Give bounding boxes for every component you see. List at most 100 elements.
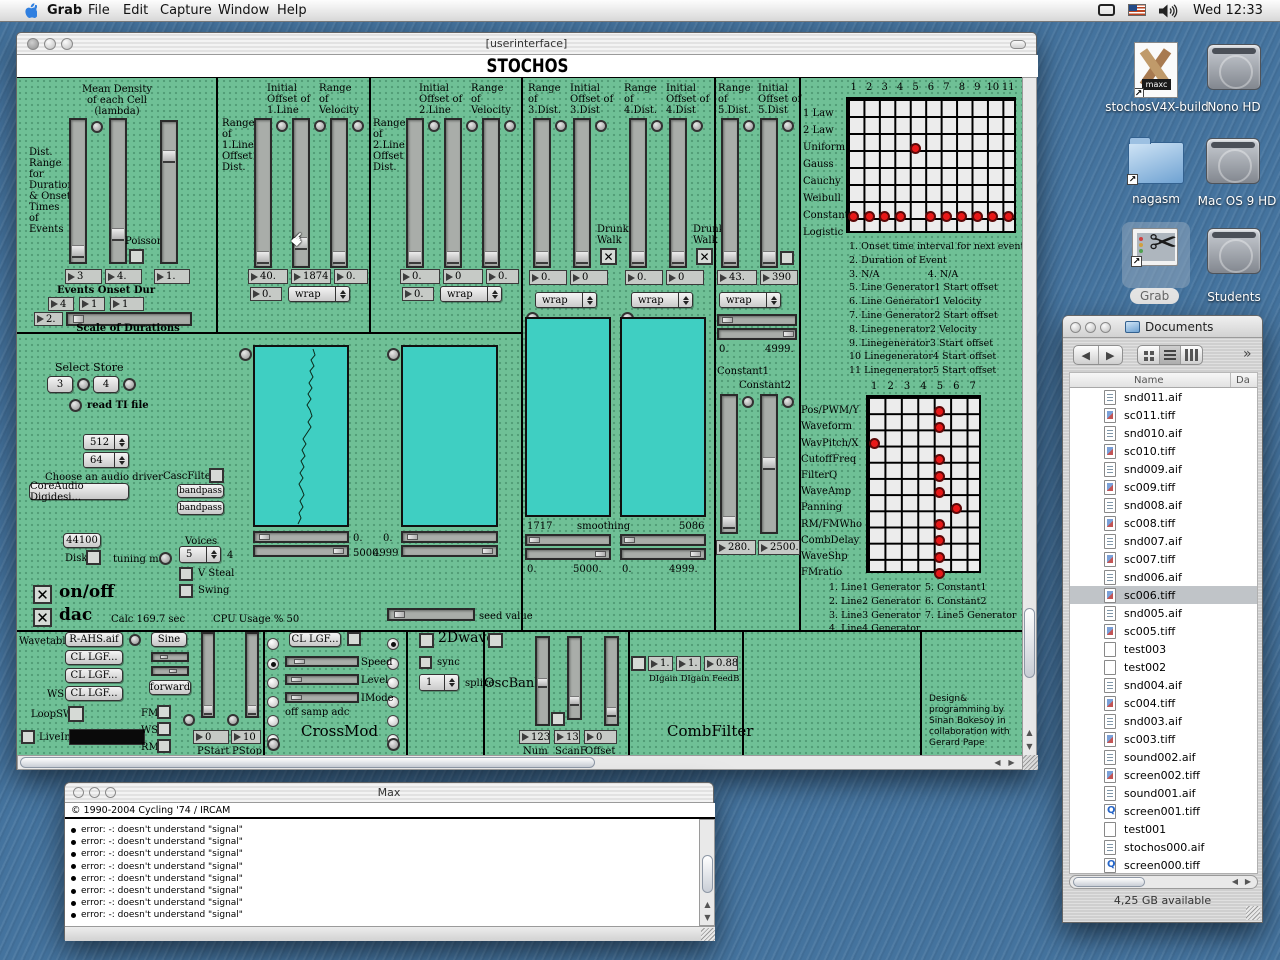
crossmod-radio-left[interactable] xyxy=(267,658,279,670)
scrollbar-thumb[interactable] xyxy=(1073,877,1145,887)
wavetable2-button[interactable]: CL LGF... xyxy=(65,650,123,665)
title-bar[interactable]: Documents xyxy=(1063,316,1262,338)
constant2-numbox[interactable]: 2500. xyxy=(758,540,800,555)
onoff-checkbox[interactable] xyxy=(33,585,52,604)
file-row[interactable]: sc007.tiff xyxy=(1070,550,1257,568)
file-row[interactable]: sound002.aif xyxy=(1070,748,1257,766)
more-toolbar-chevron[interactable]: » xyxy=(1243,346,1252,362)
scroll-right-arrow[interactable]: ▶ xyxy=(1242,876,1254,888)
title-bar[interactable]: Max xyxy=(65,783,713,803)
icon-label[interactable]: Mac OS 9 HD xyxy=(1192,194,1280,208)
d2gain-numbox[interactable]: 1. xyxy=(676,656,701,671)
apple-menu-icon[interactable] xyxy=(22,3,37,19)
initial-offset2-slider[interactable] xyxy=(444,118,462,268)
range3-numbox[interactable]: 0. xyxy=(529,270,567,285)
desktop-icon-students[interactable]: Students xyxy=(1202,228,1274,308)
bang-button[interactable] xyxy=(387,738,400,751)
offset1-numbox[interactable]: 1874 xyxy=(291,269,331,284)
file-row[interactable]: snd010.aif xyxy=(1070,424,1257,442)
bang-button[interactable] xyxy=(267,738,280,751)
scrollbar-thumb[interactable] xyxy=(1024,608,1035,678)
dist-numbox[interactable]: 3 xyxy=(65,269,102,284)
dist4-max-slider[interactable] xyxy=(620,548,706,560)
dwave-checkbox[interactable] xyxy=(419,633,434,648)
linegen-display-2[interactable] xyxy=(401,345,498,527)
vertical-scrollbar[interactable]: ▲ ▼ xyxy=(1022,77,1037,756)
offset5-numbox[interactable]: 390 xyxy=(760,270,798,285)
velocity1-numbox[interactable]: 0. xyxy=(334,269,368,284)
crossmod-imode-slider[interactable] xyxy=(285,692,359,703)
dist-numbox[interactable]: 4. xyxy=(105,269,142,284)
checkbox[interactable] xyxy=(780,251,794,265)
icon-view-button[interactable] xyxy=(1138,346,1160,364)
dist3-display[interactable] xyxy=(525,317,611,517)
list-hscrollbar[interactable]: ◀ ▶ xyxy=(1069,875,1258,889)
wrap-menu[interactable]: wrap xyxy=(535,292,597,308)
file-row[interactable]: sc009.tiff xyxy=(1070,478,1257,496)
bang-button[interactable] xyxy=(352,120,364,132)
dist3-max-slider[interactable] xyxy=(525,548,611,560)
crossmod-radio-right[interactable] xyxy=(387,677,399,689)
routing-matrix[interactable] xyxy=(866,395,981,573)
samplerate-button[interactable]: 44100 xyxy=(63,533,101,548)
offset-4dist-slider[interactable] xyxy=(669,118,687,268)
bang-button[interactable] xyxy=(183,714,195,726)
crossmod-wavetable-button[interactable]: CL LGF... xyxy=(289,632,341,647)
wavetable-mini-slider[interactable] xyxy=(151,652,189,662)
back-forward-buttons[interactable]: ◀ ▶ xyxy=(1073,345,1123,365)
offset1b-numbox[interactable]: 0. xyxy=(250,287,282,301)
desktop-icon-nono-hd[interactable]: Nono HD xyxy=(1204,44,1274,120)
file-row[interactable]: screen001.tiff xyxy=(1070,802,1257,820)
audio-driver-button[interactable]: CoreAudio Digidesi... xyxy=(29,483,129,500)
crossmod-radio-left[interactable] xyxy=(267,638,279,650)
drunk-walk-checkbox[interactable] xyxy=(696,248,713,265)
icon-label[interactable]: Nono HD xyxy=(1198,100,1270,114)
column-divider[interactable] xyxy=(1230,373,1231,387)
poisson-checkbox[interactable] xyxy=(129,249,144,264)
oscbank-offset-slider[interactable] xyxy=(604,636,619,726)
name-column-header[interactable]: Name xyxy=(1134,375,1164,386)
bang-button[interactable] xyxy=(782,120,794,132)
file-row[interactable]: snd009.aif xyxy=(1070,460,1257,478)
livein-checkbox[interactable] xyxy=(21,730,35,744)
bang-button[interactable] xyxy=(129,634,141,646)
velocity2-slider[interactable] xyxy=(482,118,500,268)
resize-grip[interactable] xyxy=(1246,906,1260,920)
sine-button[interactable]: Sine xyxy=(151,632,187,647)
range-4dist-slider[interactable] xyxy=(629,118,647,268)
title-bar[interactable]: [userinterface] xyxy=(17,33,1036,55)
dist3-min-slider[interactable] xyxy=(525,534,611,546)
column-view-button[interactable] xyxy=(1181,346,1202,364)
crossmod-radio-right[interactable] xyxy=(387,715,399,727)
wrap-menu[interactable]: wrap xyxy=(288,286,350,302)
velocity1-slider[interactable] xyxy=(330,118,348,268)
bang-button[interactable] xyxy=(91,121,103,133)
oscbank-scanf-numbox[interactable]: 13 xyxy=(554,730,580,744)
bang-button[interactable] xyxy=(428,120,440,132)
loopsw-checkbox[interactable] xyxy=(68,706,84,722)
display1-min-slider[interactable] xyxy=(253,531,349,543)
range5-min-slider[interactable] xyxy=(717,314,797,326)
keyboard-flag-icon[interactable] xyxy=(1128,4,1146,16)
file-row[interactable]: sc010.tiff xyxy=(1070,442,1257,460)
resize-grip[interactable] xyxy=(701,928,715,941)
scrollbar-thumb[interactable] xyxy=(20,757,595,768)
crossmod-radio-left[interactable] xyxy=(267,677,279,689)
range4-numbox[interactable]: 0. xyxy=(625,270,663,285)
scale-numbox[interactable]: 2. xyxy=(34,312,63,326)
bang-button[interactable] xyxy=(77,378,90,391)
bandpass-button[interactable]: bandpass xyxy=(177,501,224,515)
file-row[interactable]: screen000.tiff xyxy=(1070,856,1257,874)
vector-size-menu[interactable]: 64 xyxy=(83,452,129,468)
file-row[interactable]: screen002.tiff xyxy=(1070,766,1257,784)
horizontal-scrollbar[interactable]: ◀ ▶ xyxy=(17,755,1023,770)
icon-label[interactable]: nagasm xyxy=(1126,192,1186,206)
pstop-slider[interactable] xyxy=(245,632,259,718)
offset-5dist-slider[interactable] xyxy=(760,118,778,268)
file-row[interactable]: snd011.aif xyxy=(1070,388,1257,406)
splice-menu[interactable]: 1 xyxy=(419,674,459,691)
dac-checkbox[interactable] xyxy=(33,608,52,627)
bandpass-button[interactable]: bandpass xyxy=(177,484,224,498)
crossmod-speed-slider[interactable] xyxy=(285,656,359,667)
wavetable3-button[interactable]: CL LGF... xyxy=(65,668,123,683)
